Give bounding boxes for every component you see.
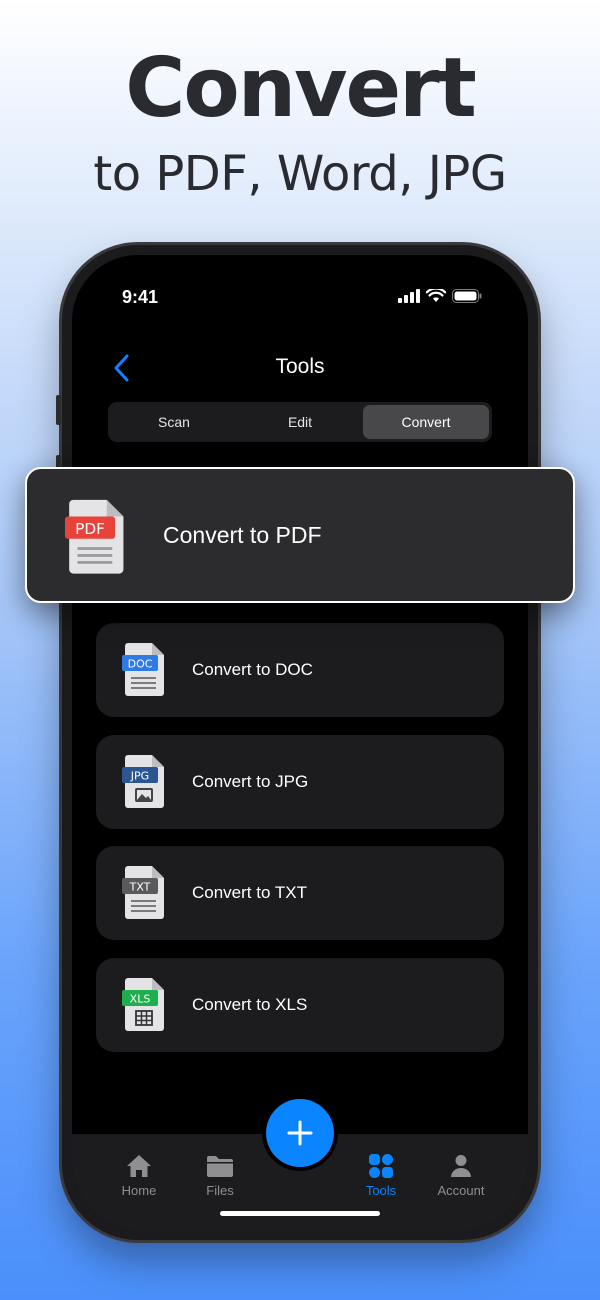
status-time: 9:41 [122, 287, 159, 307]
xls-badge-text: XLS [130, 993, 151, 1006]
tab-home[interactable]: Home [104, 1154, 174, 1198]
phone-screen: 9:41 Tools Scan Edit Convert DOC Convert… [72, 255, 528, 1230]
pdf-badge-text: PDF [75, 520, 105, 538]
mute-switch [56, 395, 61, 425]
convert-to-jpg-label: Convert to JPG [192, 772, 309, 791]
convert-to-pdf-label: Convert to PDF [163, 522, 322, 548]
txt-badge-text: TXT [129, 881, 151, 894]
tab-tools[interactable]: Tools [346, 1154, 416, 1198]
convert-to-doc-item[interactable]: DOC Convert to DOC [96, 623, 504, 717]
txt-file-icon: TXT [122, 866, 164, 919]
folder-icon [207, 1156, 233, 1177]
home-indicator [220, 1211, 380, 1216]
segmented-control: Scan Edit Convert [108, 402, 492, 442]
hero-title: Convert [125, 41, 477, 136]
convert-to-xls-item[interactable]: XLS Convert to XLS [96, 958, 504, 1052]
tab-home-label: Home [121, 1183, 157, 1198]
segment-convert[interactable]: Convert [363, 405, 489, 439]
convert-to-jpg-item[interactable]: JPG Convert to JPG [96, 735, 504, 829]
tab-files-label: Files [206, 1183, 234, 1198]
tab-account-label: Account [437, 1183, 485, 1198]
hero-subtitle: to PDF, Word, JPG [93, 146, 507, 202]
jpg-file-icon: JPG [122, 755, 164, 808]
doc-file-icon: DOC [122, 643, 164, 696]
tab-tools-label: Tools [365, 1183, 397, 1198]
segment-edit[interactable]: Edit [237, 405, 363, 439]
home-icon [127, 1155, 151, 1177]
doc-badge-text: DOC [128, 658, 153, 671]
person-icon [451, 1155, 471, 1177]
convert-to-txt-label: Convert to TXT [192, 883, 307, 902]
add-button[interactable] [266, 1099, 334, 1167]
tab-account[interactable]: Account [426, 1154, 496, 1198]
battery-icon [452, 289, 482, 303]
grid-icon [369, 1154, 393, 1178]
xls-file-icon: XLS [122, 978, 164, 1031]
convert-to-pdf-item[interactable]: PDF Convert to PDF [25, 467, 575, 603]
status-icons [398, 289, 482, 303]
tab-files[interactable]: Files [185, 1154, 255, 1198]
page-title: Tools [275, 355, 325, 378]
jpg-badge-text: JPG [130, 770, 149, 783]
plus-icon [287, 1120, 313, 1146]
pdf-file-icon: PDF [65, 499, 124, 574]
cellular-signal-icon [398, 289, 420, 303]
convert-to-doc-label: Convert to DOC [192, 660, 313, 679]
phone-frame: 9:41 Tools Scan Edit Convert DOC Convert… [56, 245, 544, 1240]
convert-to-xls-label: Convert to XLS [192, 995, 308, 1014]
wifi-icon [426, 289, 446, 302]
convert-to-txt-item[interactable]: TXT Convert to TXT [96, 846, 504, 940]
segment-scan[interactable]: Scan [111, 405, 237, 439]
